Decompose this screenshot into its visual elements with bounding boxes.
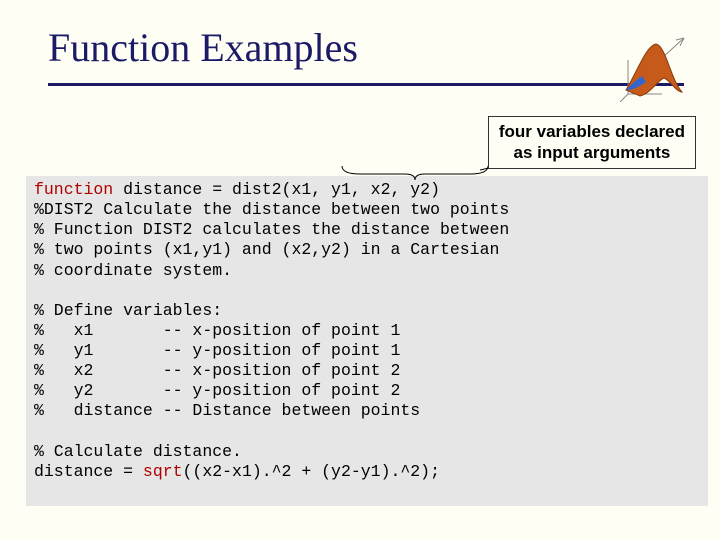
code-line-10: % y2 -- y-position of point 2 xyxy=(34,381,400,400)
code-line-13b: ((x2-x1).^2 + (y2-y1).^2); xyxy=(183,462,440,481)
code-line-12: % Calculate distance. xyxy=(34,442,242,461)
title-divider xyxy=(48,83,684,86)
callout-brace xyxy=(340,164,490,180)
code-keyword-sqrt: sqrt xyxy=(143,462,183,481)
slide-title: Function Examples xyxy=(48,24,684,71)
code-line-2: %DIST2 Calculate the distance between tw… xyxy=(34,200,509,219)
code-line-11: % distance -- Distance between points xyxy=(34,401,420,420)
code-keyword-function: function xyxy=(34,180,113,199)
code-line-8: % y1 -- y-position of point 1 xyxy=(34,341,400,360)
code-line-5: % coordinate system. xyxy=(34,261,232,280)
callout-line2: as input arguments xyxy=(499,142,685,163)
code-line-3: % Function DIST2 calculates the distance… xyxy=(34,220,509,239)
code-line-9: % x2 -- x-position of point 2 xyxy=(34,361,400,380)
callout-box: four variables declared as input argumen… xyxy=(488,116,696,169)
code-line-4: % two points (x1,y1) and (x2,y2) in a Ca… xyxy=(34,240,499,259)
code-line-7: % x1 -- x-position of point 1 xyxy=(34,321,400,340)
code-line-6: % Define variables: xyxy=(34,301,222,320)
code-block: function distance = dist2(x1, y1, x2, y2… xyxy=(26,176,708,506)
callout-line1: four variables declared xyxy=(499,121,685,142)
code-line-1: distance = dist2(x1, y1, x2, y2) xyxy=(123,180,440,199)
code-line-13a: distance = xyxy=(34,462,143,481)
matlab-logo xyxy=(620,36,692,102)
